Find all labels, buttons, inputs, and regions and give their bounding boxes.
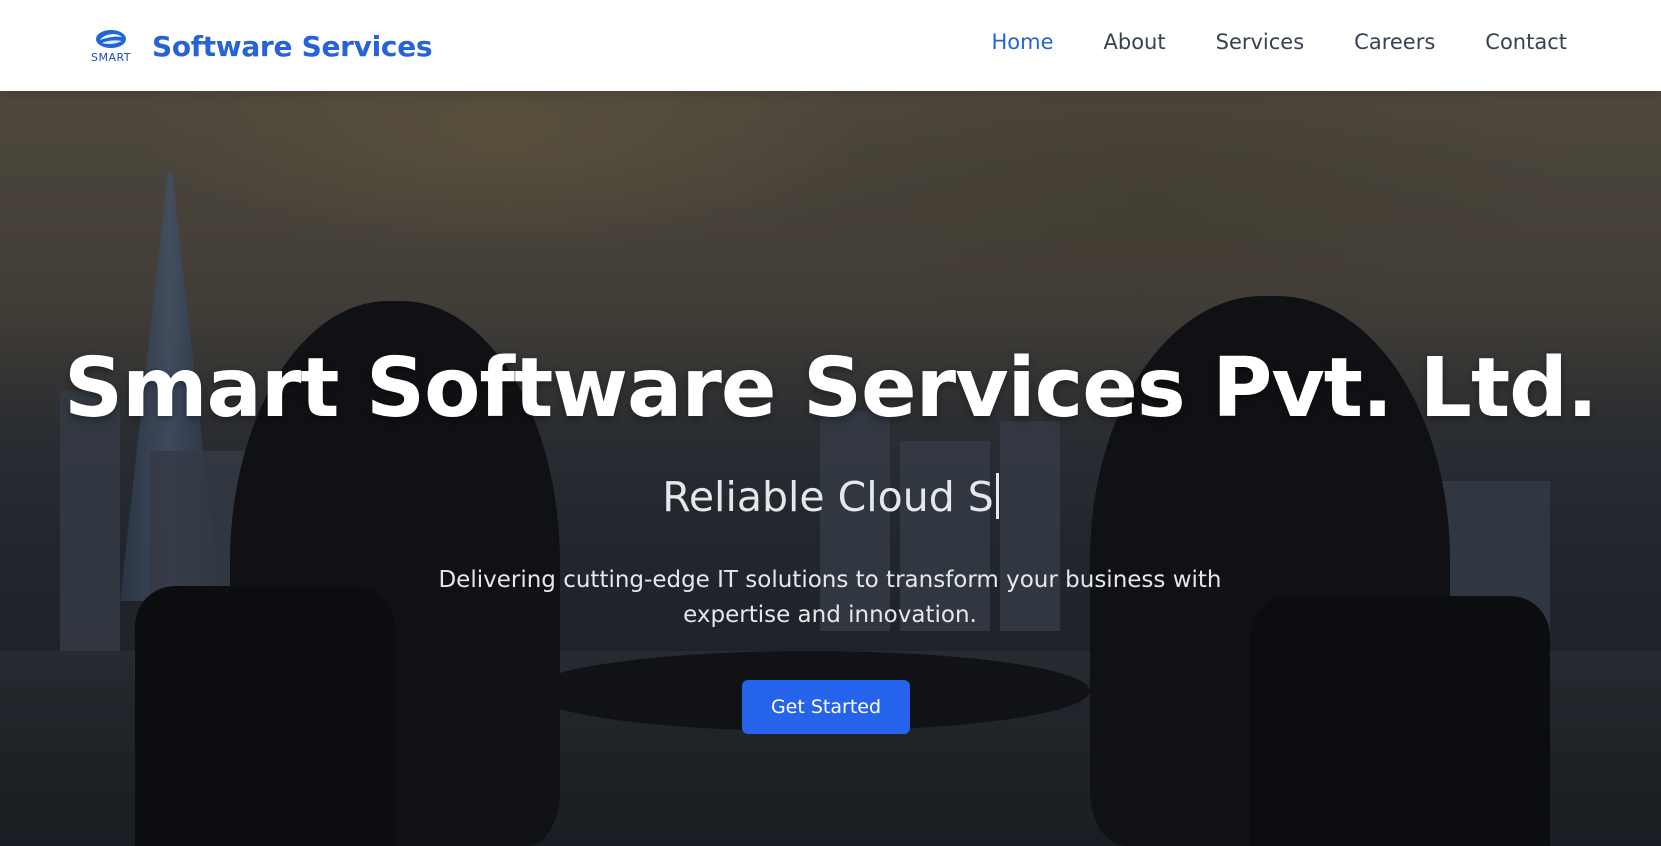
nav-contact[interactable]: Contact xyxy=(1485,30,1567,54)
hero-tagline: Delivering cutting-edge IT solutions to … xyxy=(438,567,1222,628)
typing-subtitle: Reliable Cloud S xyxy=(0,473,1661,521)
nav-home[interactable]: Home xyxy=(992,30,1054,54)
main-nav: Home About Services Careers Contact xyxy=(992,30,1568,54)
hero-section: Smart Software Services Pvt. Ltd. Reliab… xyxy=(0,91,1661,846)
nav-services[interactable]: Services xyxy=(1216,30,1305,54)
get-started-button[interactable]: Get Started xyxy=(742,680,910,734)
logo-text: SMART xyxy=(90,51,132,64)
brand-name[interactable]: Software Services xyxy=(152,30,433,63)
brand[interactable]: SMART Software Services xyxy=(84,26,433,66)
hero-title: Smart Software Services Pvt. Ltd. xyxy=(64,341,1598,436)
typing-cursor xyxy=(995,473,999,519)
nav-careers[interactable]: Careers xyxy=(1354,30,1435,54)
typing-text: Reliable Cloud S xyxy=(662,473,994,521)
site-header: SMART Software Services Home About Servi… xyxy=(0,0,1661,91)
nav-about[interactable]: About xyxy=(1104,30,1166,54)
logo-swoosh-icon xyxy=(96,30,126,48)
smart-logo[interactable]: SMART xyxy=(84,28,138,64)
